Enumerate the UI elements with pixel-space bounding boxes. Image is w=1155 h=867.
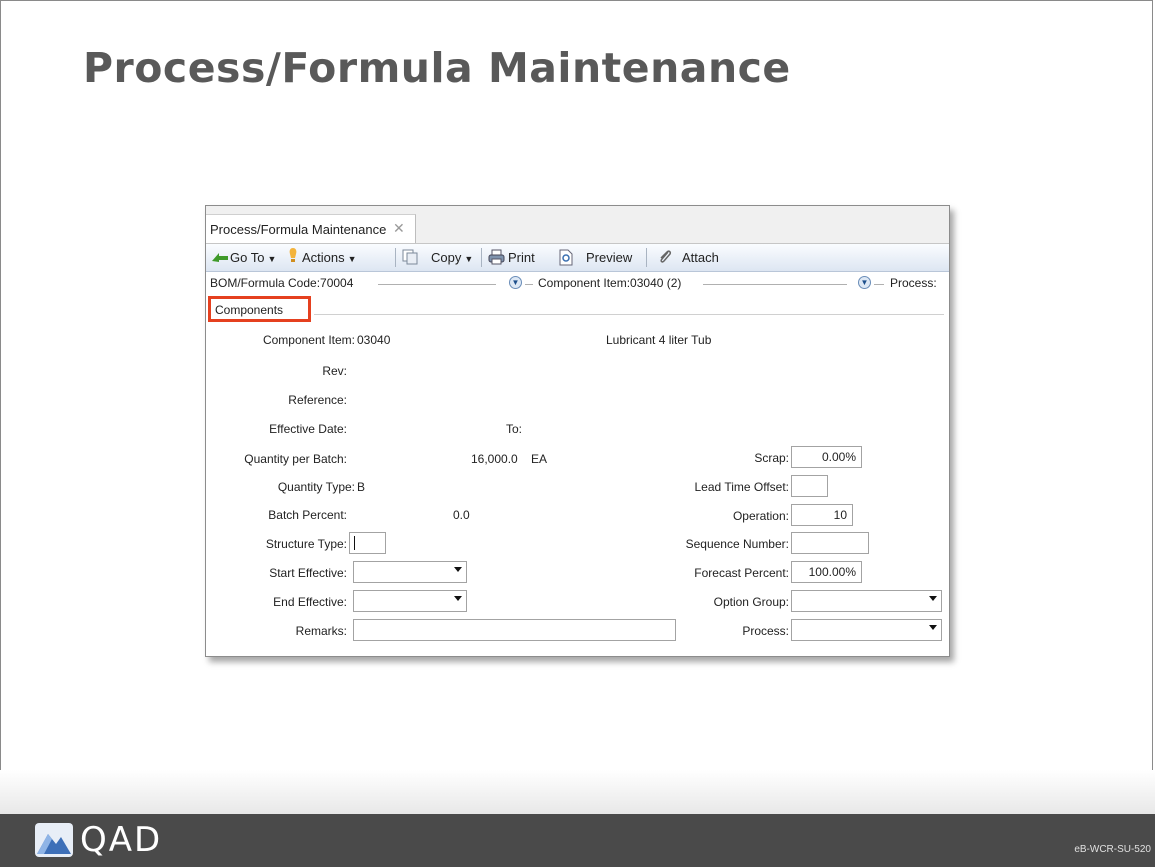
slide-code: eB-WCR-SU-520 [1074,844,1151,855]
operation-input[interactable]: 10 [791,504,853,526]
breadcrumb-line [525,284,533,285]
qty-type-value: B [357,480,366,494]
batch-percent-label: Batch Percent: [268,508,347,522]
forecast-percent-input[interactable]: 100.00% [791,561,862,583]
batch-percent-value: 0.0 [453,508,470,522]
breadcrumb: BOM/Formula Code:70004 ▼ Component Item:… [206,272,949,292]
copy-button[interactable]: Copy ▼ [431,250,473,265]
to-label: To: [505,422,522,436]
dropdown-arrow-icon [454,596,462,601]
slide-title: Process/Formula Maintenance [83,44,791,92]
lead-time-offset-input[interactable] [791,475,828,497]
paperclip-icon [660,250,671,263]
effective-date-label: Effective Date: [269,422,347,436]
section-components[interactable]: Components [215,303,283,317]
start-effective-label: Start Effective: [269,566,347,580]
breadcrumb-line [378,284,496,285]
app-window: Process/Formula Maintenance ✕ Go To ▼ Act… [205,205,950,657]
tab-process-formula-maintenance[interactable]: Process/Formula Maintenance ✕ [206,214,416,243]
qty-uom: EA [531,452,548,466]
footer-fade [0,770,1155,814]
goto-arrow-icon [212,253,228,262]
print-icon [488,249,505,265]
qty-per-batch-value: 16,000.0 [471,452,518,466]
tab-strip: Process/Formula Maintenance ✕ [206,206,949,244]
end-effective-label: End Effective: [273,595,347,609]
breadcrumb-process[interactable]: Process: [890,276,937,290]
section-divider [314,314,944,315]
structure-type-input[interactable] [349,532,386,554]
toolbar-separator [395,248,396,267]
breadcrumb-line [703,284,847,285]
close-icon[interactable]: ✕ [393,220,405,237]
tab-label: Process/Formula Maintenance [210,222,387,237]
preview-icon [559,249,573,266]
print-button[interactable]: Print [508,250,535,265]
dropdown-arrow-icon [929,625,937,630]
operation-label: Operation: [732,509,789,523]
toolbar-separator [646,248,647,267]
component-item-label: Component Item: [262,333,355,347]
forecast-percent-label: Forecast Percent: [694,566,789,580]
footer-bar [0,814,1155,867]
structure-type-label: Structure Type: [265,537,347,551]
toolbar: Go To ▼ Actions ▼ Copy ▼ Print Preview Atta [206,244,949,272]
dropdown-arrow-icon [454,567,462,572]
attach-button[interactable]: Attach [682,250,719,265]
dropdown-arrow-icon [929,596,937,601]
breadcrumb-bom-code[interactable]: BOM/Formula Code:70004 [210,276,353,290]
expand-circle-icon[interactable]: ▼ [509,276,522,289]
process-dropdown[interactable] [791,619,942,641]
preview-button[interactable]: Preview [586,250,632,265]
sequence-number-input[interactable] [791,532,869,554]
option-group-dropdown[interactable] [791,590,942,612]
qad-logo-icon [35,823,73,857]
remarks-input[interactable] [353,619,676,641]
start-effective-dropdown[interactable] [353,561,467,583]
remarks-label: Remarks: [295,624,347,638]
rev-label: Rev: [322,364,347,378]
option-group-label: Option Group: [713,595,789,609]
actions-button[interactable]: Actions ▼ [302,250,357,265]
expand-circle-icon[interactable]: ▼ [858,276,871,289]
reference-label: Reference: [288,393,347,407]
component-item-value: 03040 [357,333,391,347]
scrap-input[interactable]: 0.00% [791,446,862,468]
qty-per-batch-label: Quantity per Batch: [244,452,347,466]
end-effective-dropdown[interactable] [353,590,467,612]
text-cursor [354,536,355,550]
qty-type-label: Quantity Type: [277,480,355,494]
lead-time-offset-label: Lead Time Offset: [694,480,790,494]
toolbar-separator [481,248,482,267]
goto-button[interactable]: Go To ▼ [230,250,276,265]
breadcrumb-component[interactable]: Component Item:03040 (2) [538,276,681,290]
qad-logo-text: QAD [80,820,163,860]
breadcrumb-line [874,284,884,285]
copy-icon [402,249,418,265]
component-description: Lubricant 4 liter Tub [606,333,712,347]
process-label: Process: [742,624,789,638]
scrap-label: Scrap: [754,451,789,465]
actions-lightbulb-icon [289,248,297,262]
sequence-number-label: Sequence Number: [685,537,789,551]
